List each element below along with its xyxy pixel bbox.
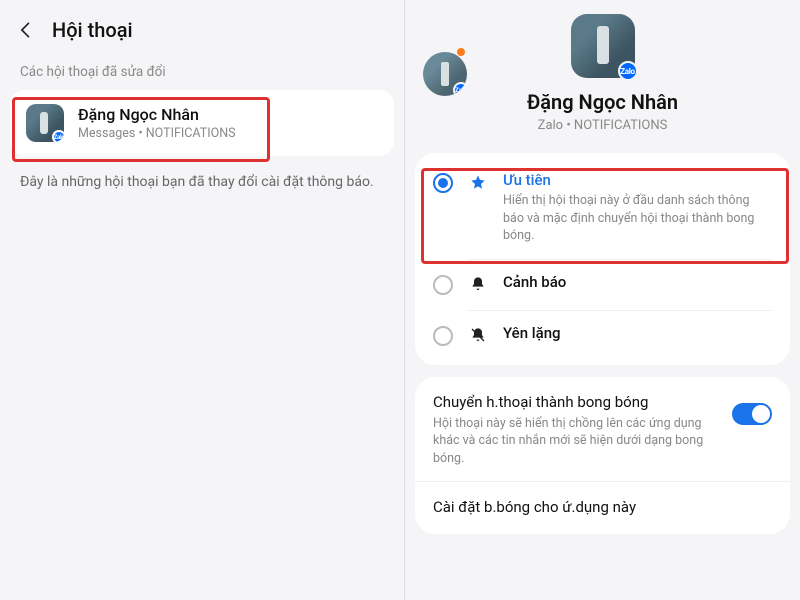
star-icon — [469, 174, 487, 194]
conversation-sub: Messages • NOTIFICATIONS — [78, 126, 236, 141]
avatar-secondary: Zalo — [423, 52, 467, 96]
option-body: Ưu tiên Hiển thị hội thoại này ở đầu dan… — [503, 171, 772, 245]
option-silent[interactable]: Yên lặng — [415, 310, 790, 361]
bubble-app-settings-row[interactable]: Cài đặt b.bóng cho ứ.dụng này — [415, 481, 790, 532]
header: Hội thoại — [0, 0, 404, 56]
option-body: Cảnh báo — [503, 273, 772, 291]
page-title: Hội thoại — [52, 18, 133, 42]
conversation-name: Đặng Ngọc Nhân — [78, 105, 236, 124]
bell-icon — [469, 276, 487, 296]
option-description: Hiển thị hội thoại này ở đầu danh sách t… — [503, 192, 772, 245]
notification-options-card: Ưu tiên Hiển thị hội thoại này ở đầu dan… — [415, 153, 790, 365]
option-body: Yên lặng — [503, 324, 772, 342]
status-dot-icon — [457, 48, 465, 56]
option-title: Ưu tiên — [503, 171, 772, 189]
option-title: Yên lặng — [503, 324, 772, 342]
option-alert[interactable]: Cảnh báo — [415, 259, 790, 310]
contact-sub: Zalo • NOTIFICATIONS — [405, 118, 800, 133]
section-description: Đây là những hội thoại bạn đã thay đổi c… — [0, 156, 404, 208]
zalo-badge-icon: Zalo — [52, 130, 64, 142]
conversation-item[interactable]: Zalo Đặng Ngọc Nhân Messages • NOTIFICAT… — [10, 90, 394, 156]
conversation-text: Đặng Ngọc Nhân Messages • NOTIFICATIONS — [78, 105, 236, 141]
section-label: Các hội thoại đã sửa đổi — [0, 56, 404, 90]
profile-header: Zalo Zalo Đặng Ngọc Nhân Zalo • NOTIFICA… — [405, 0, 800, 153]
bubble-toggle-description: Hội thoại này sẽ hiển thị chồng lên các … — [433, 415, 720, 468]
back-icon[interactable] — [16, 20, 36, 40]
avatar: Zalo — [26, 104, 64, 142]
avatar-primary-wrap: Zalo — [571, 14, 635, 78]
zalo-badge-icon: Zalo — [618, 61, 638, 81]
bubble-toggle-switch[interactable] — [732, 403, 772, 425]
bubble-settings-card: Chuyển h.thoại thành bong bóng Hội thoại… — [415, 377, 790, 535]
radio-icon[interactable] — [433, 326, 453, 346]
bubble-toggle-row[interactable]: Chuyển h.thoại thành bong bóng Hội thoại… — [415, 379, 790, 482]
radio-icon[interactable] — [433, 275, 453, 295]
zalo-badge-icon: Zalo — [453, 82, 467, 96]
bubble-row-text: Chuyển h.thoại thành bong bóng Hội thoại… — [433, 393, 720, 468]
conversation-list-panel: Hội thoại Các hội thoại đã sửa đổi Zalo … — [0, 0, 405, 600]
bell-off-icon — [469, 327, 487, 347]
option-priority[interactable]: Ưu tiên Hiển thị hội thoại này ở đầu dan… — [415, 157, 790, 259]
option-title: Cảnh báo — [503, 273, 772, 291]
bubble-toggle-title: Chuyển h.thoại thành bong bóng — [433, 393, 720, 411]
radio-icon[interactable] — [433, 173, 453, 193]
conversation-detail-panel: Zalo Zalo Đặng Ngọc Nhân Zalo • NOTIFICA… — [405, 0, 800, 600]
